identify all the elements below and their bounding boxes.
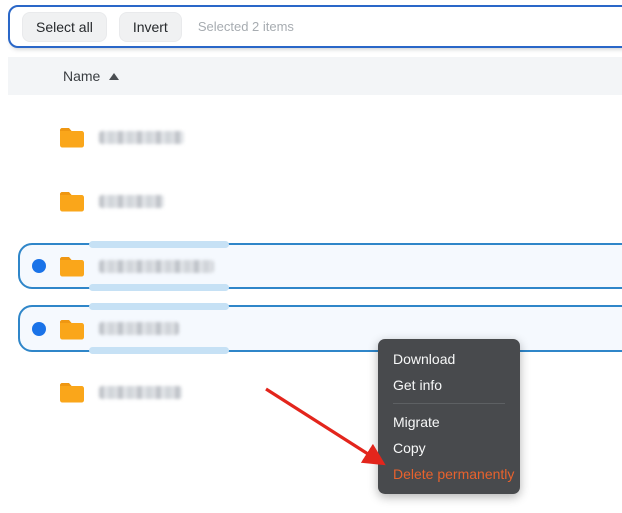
menu-item-get-info[interactable]: Get info: [378, 372, 520, 398]
menu-item-migrate[interactable]: Migrate: [378, 409, 520, 435]
menu-item-copy[interactable]: Copy: [378, 435, 520, 461]
sort-ascending-icon: [109, 72, 120, 80]
folder-name-redacted: [99, 259, 214, 273]
highlight-stripe: [89, 303, 229, 310]
folder-icon: [60, 257, 84, 277]
menu-divider: [393, 403, 505, 404]
selected-indicator-dot: [32, 259, 46, 273]
folder-name-redacted: [99, 130, 184, 144]
folder-icon: [60, 319, 84, 339]
folder-icon: [60, 383, 84, 403]
table-header: Name: [8, 57, 622, 95]
folder-name-redacted: [99, 385, 182, 399]
highlight-stripe: [89, 347, 229, 354]
menu-item-download[interactable]: Download: [378, 346, 520, 372]
table-row-selected[interactable]: [18, 303, 622, 354]
table-row-selected[interactable]: [18, 241, 622, 291]
folder-icon: [60, 128, 84, 148]
invert-selection-button[interactable]: Invert: [118, 11, 182, 42]
folder-icon: [60, 192, 84, 212]
table-row[interactable]: [18, 369, 622, 415]
table-row[interactable]: [18, 114, 622, 160]
folder-name-redacted: [99, 194, 164, 208]
menu-item-delete-permanently[interactable]: Delete permanently: [378, 461, 520, 487]
table-row[interactable]: [18, 178, 622, 224]
folder-name-redacted: [99, 322, 179, 335]
selected-indicator-dot: [32, 321, 46, 336]
highlight-stripe: [89, 241, 229, 248]
context-menu: Download Get info Migrate Copy Delete pe…: [378, 339, 520, 494]
selection-toolbar: Select all Invert Selected 2 items: [8, 5, 622, 48]
select-all-button[interactable]: Select all: [22, 11, 107, 42]
column-header-name-label: Name: [63, 68, 101, 84]
selection-status-text: Selected 2 items: [197, 19, 294, 34]
column-header-name[interactable]: Name: [63, 68, 120, 84]
highlight-stripe: [89, 284, 229, 291]
file-manager-page: { "toolbar": { "select_all_label": "Sele…: [0, 0, 622, 513]
